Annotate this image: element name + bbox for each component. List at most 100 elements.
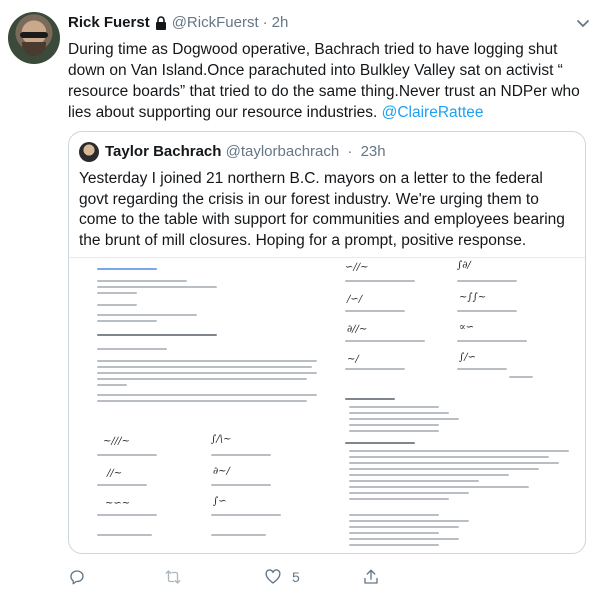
like-count: 5 xyxy=(292,569,300,585)
letter-line xyxy=(349,520,469,522)
reply-button[interactable] xyxy=(68,566,96,588)
quoted-author-name: Taylor Bachrach xyxy=(105,143,222,160)
letter-line xyxy=(457,368,507,370)
letter-line xyxy=(509,376,533,378)
tweet-header: Rick Fuerst @RickFuerst · 2h xyxy=(68,14,288,31)
letter-line xyxy=(97,292,137,294)
quoted-header: Taylor Bachrach @taylorbachrach · 23h xyxy=(105,143,386,160)
letter-line xyxy=(349,526,459,528)
letter-line xyxy=(349,406,439,408)
tweet[interactable]: Rick Fuerst @RickFuerst · 2h During time… xyxy=(0,0,606,612)
letter-line xyxy=(349,450,569,452)
tweet-timestamp[interactable]: 2h xyxy=(272,14,289,31)
chevron-down-icon[interactable] xyxy=(574,14,592,32)
letter-images[interactable]: ~∕∕∕~ ∫∕\~ ∕∕~ ∂~∕ ~∽~ ∫∽ ∽∕∕~ ∫∂∕ ∕∽∕ ~… xyxy=(69,257,585,553)
letter-line xyxy=(349,424,439,426)
letter-line xyxy=(349,480,479,482)
lock-icon xyxy=(155,15,166,30)
letter-line xyxy=(97,304,137,306)
letter-line xyxy=(97,320,157,322)
signature: ∫∕\~ xyxy=(211,434,232,445)
letter-page-3[interactable] xyxy=(339,510,579,553)
signature: ∝∽ xyxy=(459,322,475,333)
letter-line xyxy=(345,280,415,282)
letter-line xyxy=(345,398,395,400)
quoted-separator-dot: · xyxy=(347,143,353,160)
letter-line xyxy=(345,368,405,370)
mention-link[interactable]: @ClaireRattee xyxy=(382,104,484,121)
letter-line xyxy=(97,268,157,270)
letter-line xyxy=(349,418,459,420)
signature: ∼∕ xyxy=(347,354,359,365)
share-icon xyxy=(364,569,378,584)
letter-line xyxy=(97,348,167,350)
letter-line xyxy=(349,514,439,516)
quoted-tweet-text: Yesterday I joined 21 northern B.C. mayo… xyxy=(79,170,565,249)
quoted-author-handle: @taylorbachrach xyxy=(225,143,340,160)
letter-line xyxy=(97,394,317,396)
signature: ∕∽∕ xyxy=(347,294,363,305)
letter-line xyxy=(349,468,539,470)
signature: ∫∕∽ xyxy=(459,352,476,363)
letter-line xyxy=(349,544,439,546)
letter-line xyxy=(349,538,459,540)
signature: ∕∕~ xyxy=(107,468,123,479)
letter-line xyxy=(211,534,266,536)
letter-line xyxy=(211,514,281,516)
signature: ~∽~ xyxy=(105,498,131,509)
letter-line xyxy=(345,442,415,444)
letter-line xyxy=(97,286,217,288)
share-button[interactable] xyxy=(362,566,380,588)
retweet-icon xyxy=(165,570,181,584)
letter-line xyxy=(349,532,439,534)
avatar[interactable] xyxy=(8,12,60,64)
letter-line xyxy=(349,462,559,464)
letter-line xyxy=(345,310,405,312)
letter-line xyxy=(97,514,157,516)
tweet-text-content: During time as Dogwood operative, Bachra… xyxy=(68,41,580,121)
retweet-button[interactable] xyxy=(164,566,192,588)
letter-line xyxy=(97,384,127,386)
like-button[interactable]: 5 xyxy=(264,566,300,588)
separator-dot: · xyxy=(262,14,268,31)
letter-line xyxy=(349,498,449,500)
letter-line xyxy=(97,454,157,456)
quoted-avatar[interactable] xyxy=(79,142,99,162)
letter-line xyxy=(97,484,147,486)
letter-line xyxy=(97,280,187,282)
reply-icon xyxy=(70,570,84,585)
letter-line xyxy=(97,366,312,368)
letter-line xyxy=(97,334,217,336)
letter-line xyxy=(345,340,425,342)
tweet-text: During time as Dogwood operative, Bachra… xyxy=(68,39,588,123)
signature: ∂∕∕∼ xyxy=(347,324,368,335)
letter-line xyxy=(211,484,271,486)
tweet-actions: 5 xyxy=(68,566,588,590)
letter-line xyxy=(97,400,307,402)
letter-line xyxy=(349,486,529,488)
author-handle[interactable]: @RickFuerst xyxy=(172,14,259,31)
letter-line xyxy=(97,378,307,380)
letter-line xyxy=(97,314,197,316)
letter-line xyxy=(97,360,317,362)
avatar-glasses xyxy=(20,32,48,38)
signature: ∫∂∕ xyxy=(457,260,471,271)
letter-line xyxy=(97,534,152,536)
letter-line xyxy=(349,412,449,414)
author-name[interactable]: Rick Fuerst xyxy=(68,14,150,31)
signature: ∂~∕ xyxy=(213,466,230,477)
letter-line xyxy=(97,372,317,374)
signature: ~∕∕∕~ xyxy=(103,436,130,447)
like-icon xyxy=(265,569,281,584)
avatar-beard xyxy=(22,42,46,56)
letter-line xyxy=(349,474,509,476)
letter-line xyxy=(349,456,549,458)
letter-line xyxy=(211,454,271,456)
signature: ∫∽ xyxy=(213,496,227,507)
letter-page-2[interactable]: ∽∕∕~ ∫∂∕ ∕∽∕ ~∫∫~ ∂∕∕∼ ∝∽ ∼∕ ∫∕∽ xyxy=(339,258,579,508)
signature: ~∫∫~ xyxy=(459,292,487,303)
quoted-timestamp: 23h xyxy=(360,143,386,160)
signature: ∽∕∕~ xyxy=(345,262,369,273)
quoted-tweet[interactable]: Taylor Bachrach @taylorbachrach · 23h Ye… xyxy=(68,131,586,554)
letter-page-1[interactable]: ~∕∕∕~ ∫∕\~ ∕∕~ ∂~∕ ~∽~ ∫∽ xyxy=(81,258,333,548)
